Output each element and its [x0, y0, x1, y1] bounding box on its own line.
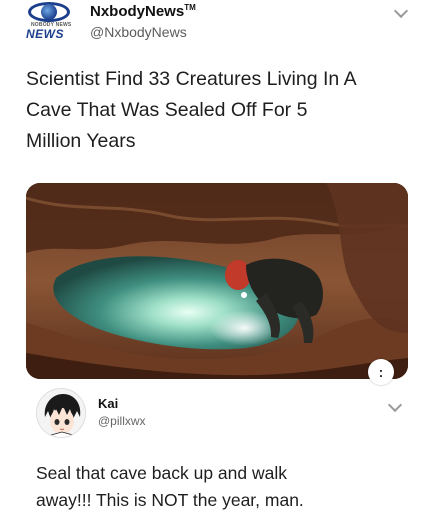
- reply-text: Seal that cave back up and walk away!!! …: [36, 460, 416, 514]
- tweet-text-line: Cave That Was Sealed Off For 5: [26, 99, 308, 121]
- anime-avatar-icon: [37, 389, 85, 437]
- reply-account-name[interactable]: Kai: [98, 396, 118, 411]
- tweet-text-line: Scientist Find 33 Creatures Living In A: [26, 68, 357, 90]
- tweet-media-image[interactable]: [26, 183, 408, 379]
- logo-text: NEWS: [26, 27, 64, 41]
- media-more-button[interactable]: :: [368, 359, 394, 385]
- kai-avatar[interactable]: [36, 388, 86, 438]
- reply-text-line: Seal that cave back up and walk: [36, 463, 287, 483]
- tweet-header: NOBODY NEWS NEWS NxbodyNewsTM @NxbodyNew…: [24, 0, 424, 46]
- trademark-mark: TM: [184, 3, 196, 12]
- account-handle[interactable]: @NxbodyNews: [90, 24, 187, 40]
- nxbody-news-avatar[interactable]: NOBODY NEWS NEWS: [24, 0, 74, 46]
- account-name-text: NxbodyNews: [90, 3, 185, 20]
- eye-pupil-icon: [41, 4, 57, 20]
- reply-text-line: away!!! This is NOT the year, man.: [36, 490, 304, 510]
- tweet-text: Scientist Find 33 Creatures Living In A …: [26, 64, 416, 157]
- reply-header: Kai @pillxwx: [36, 386, 416, 446]
- account-name[interactable]: NxbodyNewsTM: [90, 3, 196, 20]
- reply-account-handle[interactable]: @pillxwx: [98, 414, 146, 428]
- cave-photo-icon: [26, 183, 408, 379]
- tweet-text-line: Million Years: [26, 130, 136, 152]
